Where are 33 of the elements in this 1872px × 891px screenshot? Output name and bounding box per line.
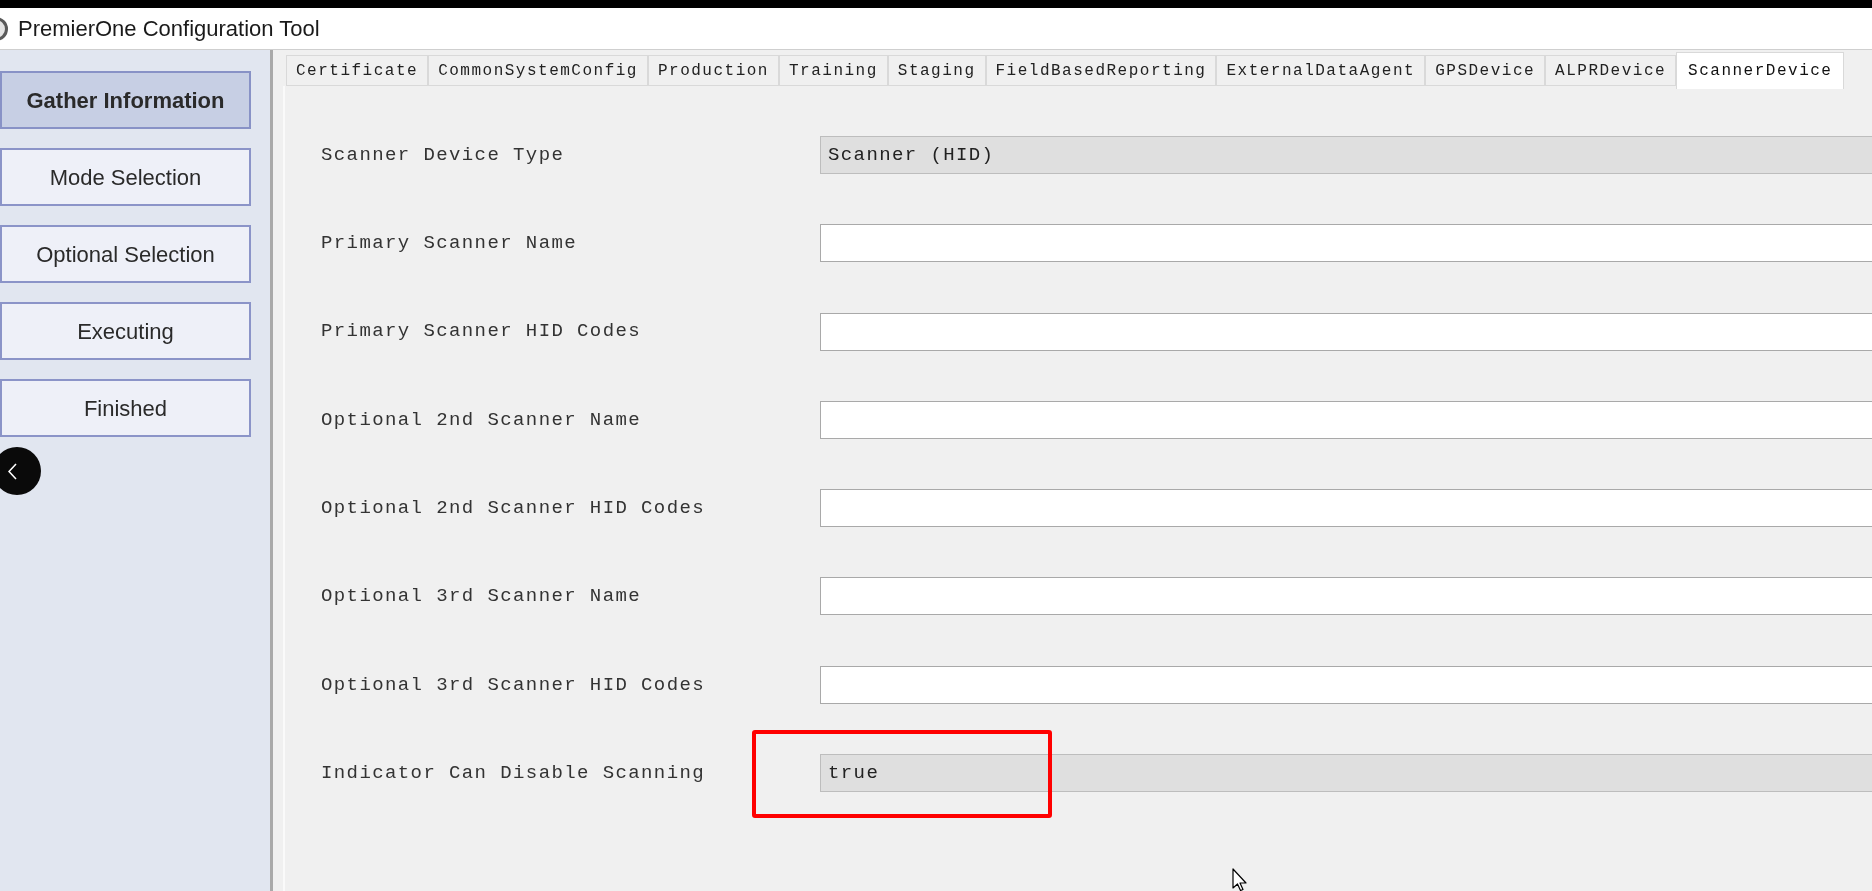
step-button[interactable]: Mode Selection (0, 148, 251, 206)
input-field[interactable] (820, 312, 1872, 351)
tab[interactable]: ScannerDevice (1676, 52, 1845, 89)
input-field[interactable] (820, 224, 1872, 263)
field-label: Optional 3rd Scanner Name (321, 584, 643, 610)
field-label: Optional 2nd Scanner Name (321, 407, 643, 433)
tab[interactable]: Production (647, 55, 779, 86)
step-button[interactable]: Optional Selection (0, 225, 251, 283)
tab[interactable]: Training (778, 55, 888, 86)
tab[interactable]: ALPRDevice (1545, 55, 1677, 86)
window-title: PremierOne Configuration Tool (18, 15, 320, 43)
input-field[interactable] (820, 400, 1872, 439)
field-label: Primary Scanner HID Codes (321, 319, 643, 345)
tab[interactable]: CommonSystemConfig (428, 55, 648, 86)
input-field[interactable] (820, 577, 1872, 616)
tab[interactable]: ExternalDataAgent (1216, 55, 1426, 86)
field-label: Scanner Device Type (321, 142, 566, 168)
back-button[interactable] (0, 447, 41, 495)
step-button[interactable]: Executing (0, 302, 251, 360)
tab[interactable]: Certificate (286, 55, 429, 86)
input-field[interactable] (820, 665, 1872, 704)
tab[interactable]: Staging (887, 55, 986, 86)
app-icon (0, 16, 8, 41)
chevron-left-icon (8, 462, 17, 480)
field-label: Optional 2nd Scanner HID Codes (321, 495, 707, 521)
field-label: Primary Scanner Name (321, 231, 579, 257)
tab[interactable]: GPSDevice (1425, 55, 1546, 86)
field-label: Optional 3rd Scanner HID Codes (321, 672, 707, 698)
step-button[interactable]: Gather Information (0, 71, 251, 129)
tab[interactable]: FieldBasedReporting (985, 55, 1217, 86)
step-button[interactable]: Finished (0, 379, 251, 437)
field-label: Indicator Can Disable Scanning (321, 760, 707, 786)
input-field[interactable] (820, 489, 1872, 528)
